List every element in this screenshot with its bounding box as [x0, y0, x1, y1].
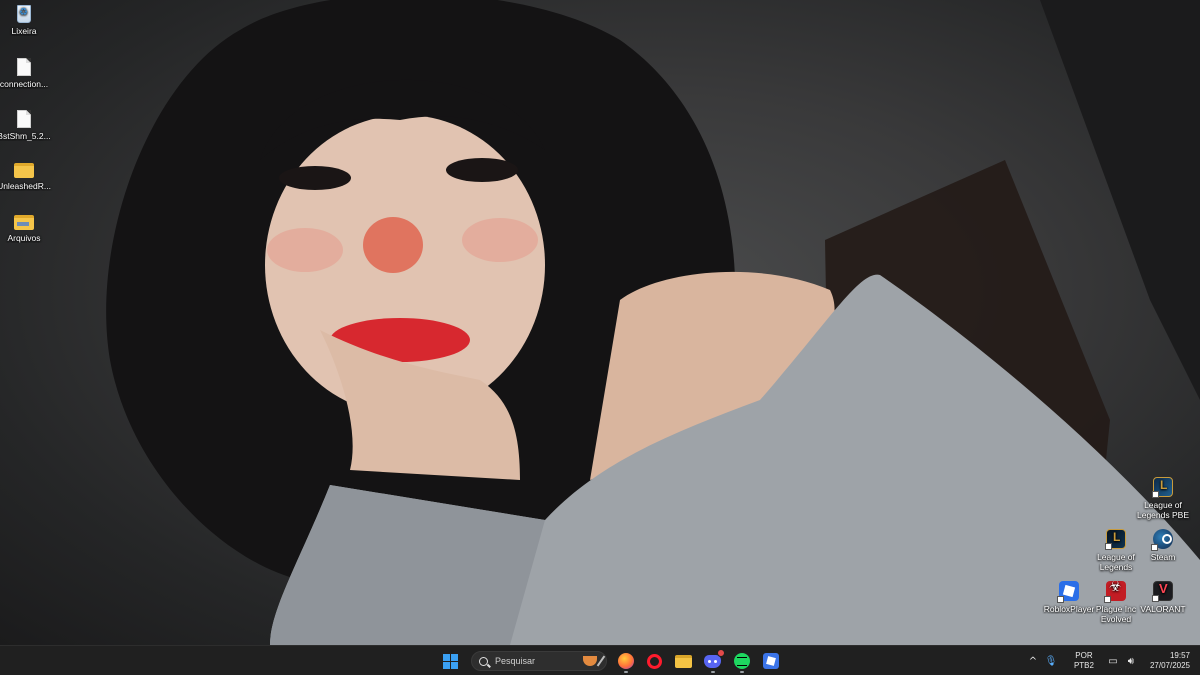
league-of-legends-pbe-icon	[1152, 477, 1173, 498]
zip-folder-icon	[14, 215, 34, 230]
taskbar-file-explorer[interactable]	[672, 649, 696, 673]
desktop-wallpaper	[0, 0, 1200, 645]
search-highlight-icon	[583, 656, 597, 666]
desktop-icon-bstshm[interactable]: BstShm_5.2...	[0, 110, 53, 141]
desktop-icon-unleashed[interactable]: UnleashedR...	[0, 163, 53, 191]
wallpaper-photo	[106, 0, 1200, 645]
desktop-icon-steam[interactable]: Steam	[1134, 529, 1192, 562]
desktop-icon-label: UnleashedR...	[0, 181, 51, 191]
desktop-icon-arquivos[interactable]: Arquivos	[0, 215, 53, 243]
recycle-bin-icon	[17, 5, 31, 23]
desktop-icon-connection[interactable]: connection...	[0, 58, 53, 89]
network-icon: ▭	[1108, 655, 1118, 667]
spotify-icon	[733, 653, 750, 669]
search-highlight-pen-icon	[596, 655, 606, 667]
microphone-icon[interactable]: 🎙︎	[1042, 651, 1060, 671]
league-of-legends-icon	[1105, 529, 1126, 550]
roblox-icon	[762, 653, 779, 669]
desktop-icon-label: connection...	[0, 79, 49, 89]
search-icon	[479, 656, 488, 666]
windows-logo-icon	[443, 653, 458, 669]
clock[interactable]: 19:57 27/07/2025	[1150, 651, 1190, 671]
desktop-icon-label: League of Legends PBE	[1137, 500, 1189, 520]
desktop-icon-lixeira[interactable]: Lixeira	[0, 5, 53, 36]
language-code: POR	[1075, 651, 1093, 660]
taskbar-roblox[interactable]	[759, 649, 783, 673]
folder-icon	[675, 654, 692, 668]
notification-badge	[716, 649, 725, 657]
desktop-icon-label: Lixeira	[11, 26, 37, 36]
volume-icon: 🔊︎	[1127, 655, 1135, 667]
steam-icon	[1151, 529, 1173, 551]
system-tray: ^ 🎙︎ POR PTB2 ▭ 🔊︎ 19:57 27/07/2025	[1024, 646, 1200, 675]
start-button[interactable]	[439, 649, 463, 673]
language-indicator[interactable]: POR PTB2	[1074, 651, 1094, 671]
desktop-icon-valorant[interactable]: VALORANT	[1134, 581, 1192, 614]
desktop-icon-lol-pbe[interactable]: League of Legends PBE	[1134, 477, 1192, 520]
plague-inc-icon	[1104, 581, 1126, 603]
keyboard-layout: PTB2	[1073, 661, 1094, 670]
roblox-icon	[1057, 581, 1079, 603]
clock-time: 19:57	[1169, 651, 1190, 660]
desktop-icon-label: BstShm_5.2...	[0, 131, 51, 141]
desktop-icon-label: Steam	[1150, 552, 1176, 562]
clock-date: 27/07/2025	[1149, 661, 1190, 670]
folder-icon	[14, 163, 34, 178]
desktop-icon-label: VALORANT	[1140, 604, 1186, 614]
search-placeholder: Pesquisar	[495, 656, 536, 666]
search-box[interactable]: Pesquisar	[471, 651, 607, 671]
taskbar-spotify[interactable]	[730, 649, 754, 673]
taskbar-center: Pesquisar	[436, 646, 785, 675]
taskbar-discord[interactable]	[701, 649, 725, 673]
firefox-icon	[617, 653, 634, 669]
opera-icon	[647, 653, 662, 669]
taskbar-firefox[interactable]	[614, 649, 638, 673]
valorant-icon	[1152, 581, 1173, 602]
quick-settings[interactable]: ▭ 🔊︎	[1104, 651, 1140, 671]
text-file-icon	[17, 58, 31, 76]
taskbar: Pesquisar ^ 🎙︎ POR PTB2 ▭ 🔊︎ 19:57 27/07…	[0, 645, 1200, 675]
taskbar-opera[interactable]	[643, 649, 667, 673]
text-file-icon	[17, 110, 31, 128]
chevron-up-icon[interactable]: ^	[1024, 651, 1042, 671]
desktop-icon-label: Arquivos	[7, 233, 41, 243]
